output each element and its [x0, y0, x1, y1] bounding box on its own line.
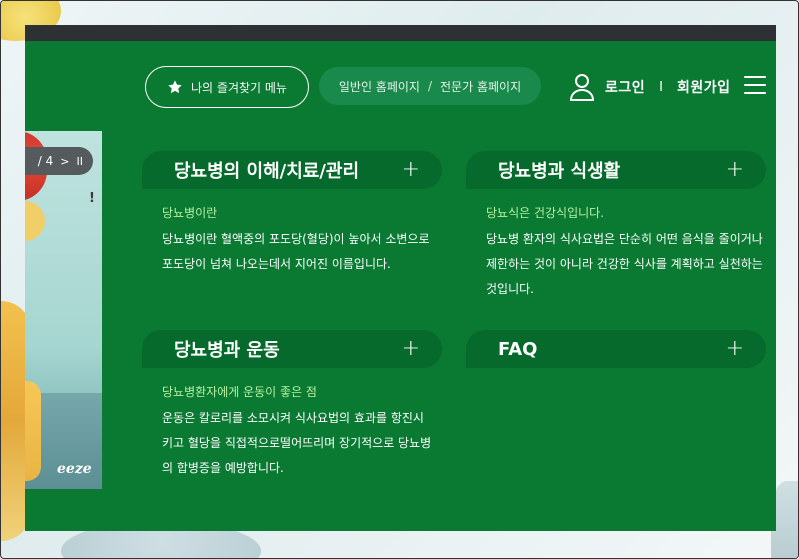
next-slide-icon[interactable]: > [60, 155, 69, 168]
site-switch-separator: / [427, 79, 433, 93]
menu-panel: 나의 즐겨찾기 메뉴 일반인 홈페이지 / 전문가 홈페이지 로그인 I 회원가… [25, 25, 776, 531]
hamburger-menu-icon[interactable] [744, 76, 766, 94]
plus-icon: + [725, 157, 744, 182]
page-frame: 나의 즐겨찾기 메뉴 일반인 홈페이지 / 전문가 홈페이지 로그인 I 회원가… [0, 0, 799, 559]
card-description: 운동은 칼로리를 소모시켜 식사요법의 효과를 항진시키고 혈당을 직접적으로떨… [162, 411, 432, 475]
card-header-faq[interactable]: FAQ + [466, 330, 766, 368]
signup-link[interactable]: 회원가입 [677, 77, 731, 97]
card-header-diet[interactable]: 당뇨병과 식생활 + [466, 151, 766, 189]
slider-pager: / 4 > II [25, 147, 93, 175]
card-header-exercise[interactable]: 당뇨병과 운동 + [142, 330, 442, 368]
favorites-menu-label: 나의 즐겨찾기 메뉴 [191, 80, 287, 95]
star-icon [168, 80, 182, 94]
pause-icon[interactable]: II [77, 155, 84, 168]
favorites-menu-button[interactable]: 나의 즐겨찾기 메뉴 [145, 66, 309, 108]
slide-text: ! [89, 191, 95, 206]
card-body-diabetes-care: 당뇨병이란 당뇨병이란 혈액중의 포도당(혈당)이 높아서 소변으로 포도당이 … [162, 204, 432, 277]
card-subtitle[interactable]: 당뇨병이란 [162, 204, 432, 221]
panel-topbar [25, 25, 776, 41]
user-icon [569, 74, 595, 101]
card-description: 당뇨병이란 혈액중의 포도당(혈당)이 높아서 소변으로 포도당이 넘쳐 나오는… [162, 232, 430, 271]
hamburger-line [744, 84, 766, 86]
login-link[interactable]: 로그인 [605, 77, 645, 97]
card-subtitle[interactable]: 당뇨식은 건강식입니다. [486, 204, 766, 221]
card-description: 당뇨병 환자의 식사요법은 단순히 어떤 음식을 줄이거나 제한하는 것이 아니… [486, 232, 763, 296]
general-site-link[interactable]: 일반인 홈페이지 [339, 78, 420, 95]
user-area: 로그인 I 회원가입 [569, 72, 731, 102]
slide-caption: eeze [57, 461, 92, 477]
site-switch: 일반인 홈페이지 / 전문가 홈페이지 [319, 67, 541, 105]
fruit-image [25, 201, 45, 241]
plus-icon: + [725, 336, 744, 361]
visual-slider: ! eeze [25, 131, 102, 489]
card-header-diabetes-care[interactable]: 당뇨병의 이해/치료/관리 + [142, 151, 442, 189]
expert-site-link[interactable]: 전문가 홈페이지 [440, 78, 521, 95]
card-title: 당뇨병과 식생활 [498, 161, 621, 182]
hamburger-line [744, 76, 766, 78]
card-subtitle[interactable]: 당뇨병환자에게 운동이 좋은 점 [162, 383, 432, 400]
fruit-image [25, 381, 41, 481]
card-body-exercise: 당뇨병환자에게 운동이 좋은 점 운동은 칼로리를 소모시켜 식사요법의 효과를… [162, 383, 432, 481]
card-title: FAQ [498, 338, 538, 360]
plus-icon: + [401, 336, 420, 361]
card-title: 당뇨병과 운동 [174, 340, 280, 361]
plus-icon: + [401, 157, 420, 182]
hamburger-line [744, 92, 766, 94]
slide-counter: / 4 [37, 154, 54, 168]
card-body-diet: 당뇨식은 건강식입니다. 당뇨병 환자의 식사요법은 단순히 어떤 음식을 줄이… [486, 204, 766, 302]
card-title: 당뇨병의 이해/치료/관리 [174, 161, 360, 182]
auth-divider: I [659, 79, 663, 95]
